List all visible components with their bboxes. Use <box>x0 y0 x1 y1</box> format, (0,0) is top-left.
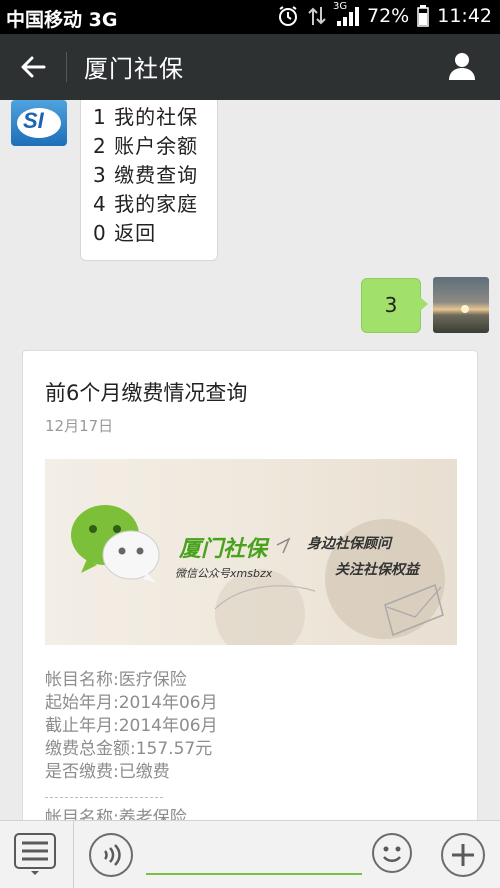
menu-item: 1 我的社保 <box>93 105 199 129</box>
chat-area[interactable]: SI 1 我的社保 2 账户余额 3 缴费查询 4 我的家庭 0 返回 3 前6… <box>0 100 500 820</box>
banner-slogan: 关注社保权益 <box>335 562 419 578</box>
service-avatar[interactable]: SI <box>11 100 67 146</box>
menu-item: 4 我的家庭 <box>93 192 199 216</box>
detail-line: 帐目名称:医疗保险 <box>45 670 187 690</box>
input-bar <box>0 820 500 888</box>
input-divider <box>73 821 74 888</box>
article-title: 前6个月缴费情况查询 <box>45 381 248 405</box>
article-card[interactable]: 前6个月缴费情况查询 12月17日 厦门社保 微信公众号xmsbzx 身边社保顾… <box>22 350 478 820</box>
page-title: 厦门社保 <box>84 55 184 83</box>
article-date: 12月17日 <box>45 417 114 435</box>
menu-item: 3 缴费查询 <box>93 163 199 187</box>
article-banner: 厦门社保 微信公众号xmsbzx 身边社保顾问 关注社保权益 <box>45 459 457 645</box>
battery-icon <box>417 5 429 27</box>
avatar-sun <box>461 305 469 313</box>
menu-item: 2 账户余额 <box>93 134 199 158</box>
data-transfer-icon <box>307 5 327 27</box>
profile-icon[interactable] <box>446 50 478 82</box>
menu-message-bubble[interactable]: 1 我的社保 2 账户余额 3 缴费查询 4 我的家庭 0 返回 <box>80 100 218 261</box>
plus-icon[interactable] <box>441 833 485 877</box>
status-icons: 3G 72% 11:42 <box>277 1 492 27</box>
alarm-icon <box>277 5 299 27</box>
detail-line: 起始年月:2014年06月 <box>45 693 218 713</box>
voice-icon[interactable] <box>89 833 133 877</box>
avatar-logo-text: SI <box>23 108 44 133</box>
dashed-divider <box>45 797 163 798</box>
back-arrow-icon[interactable] <box>18 52 48 82</box>
detail-line: 截止年月:2014年06月 <box>45 716 218 736</box>
title-divider <box>66 52 67 82</box>
clock: 11:42 <box>437 5 492 27</box>
banner-brand: 厦门社保 <box>179 537 268 562</box>
message-input[interactable] <box>146 835 362 875</box>
menu-item: 0 返回 <box>93 221 157 245</box>
user-avatar[interactable] <box>433 277 489 333</box>
detail-line: 是否缴费:已缴费 <box>45 762 170 782</box>
detail-line-next: 帐目名称:养老保险 <box>45 808 187 820</box>
detail-line: 缴费总金额:157.57元 <box>45 739 213 759</box>
banner-account: 微信公众号xmsbzx <box>175 567 273 580</box>
emoji-icon[interactable] <box>372 833 412 873</box>
title-bar: 厦门社保 <box>0 34 500 100</box>
status-bar: 中国移动 3G 3G 72% 11:42 <box>0 0 500 34</box>
article-details: 帐目名称:医疗保险 起始年月:2014年06月 截止年月:2014年06月 缴费… <box>45 669 218 784</box>
banner-slogan: 身边社保顾问 <box>307 536 391 552</box>
signal-icon: 3G <box>333 1 359 27</box>
menu-list-icon[interactable] <box>12 831 58 877</box>
battery-percent: 72% <box>367 5 410 27</box>
network-type-label: 3G <box>333 1 348 12</box>
user-reply-bubble[interactable]: 3 <box>361 278 428 333</box>
carrier-label: 中国移动 3G <box>6 9 118 31</box>
